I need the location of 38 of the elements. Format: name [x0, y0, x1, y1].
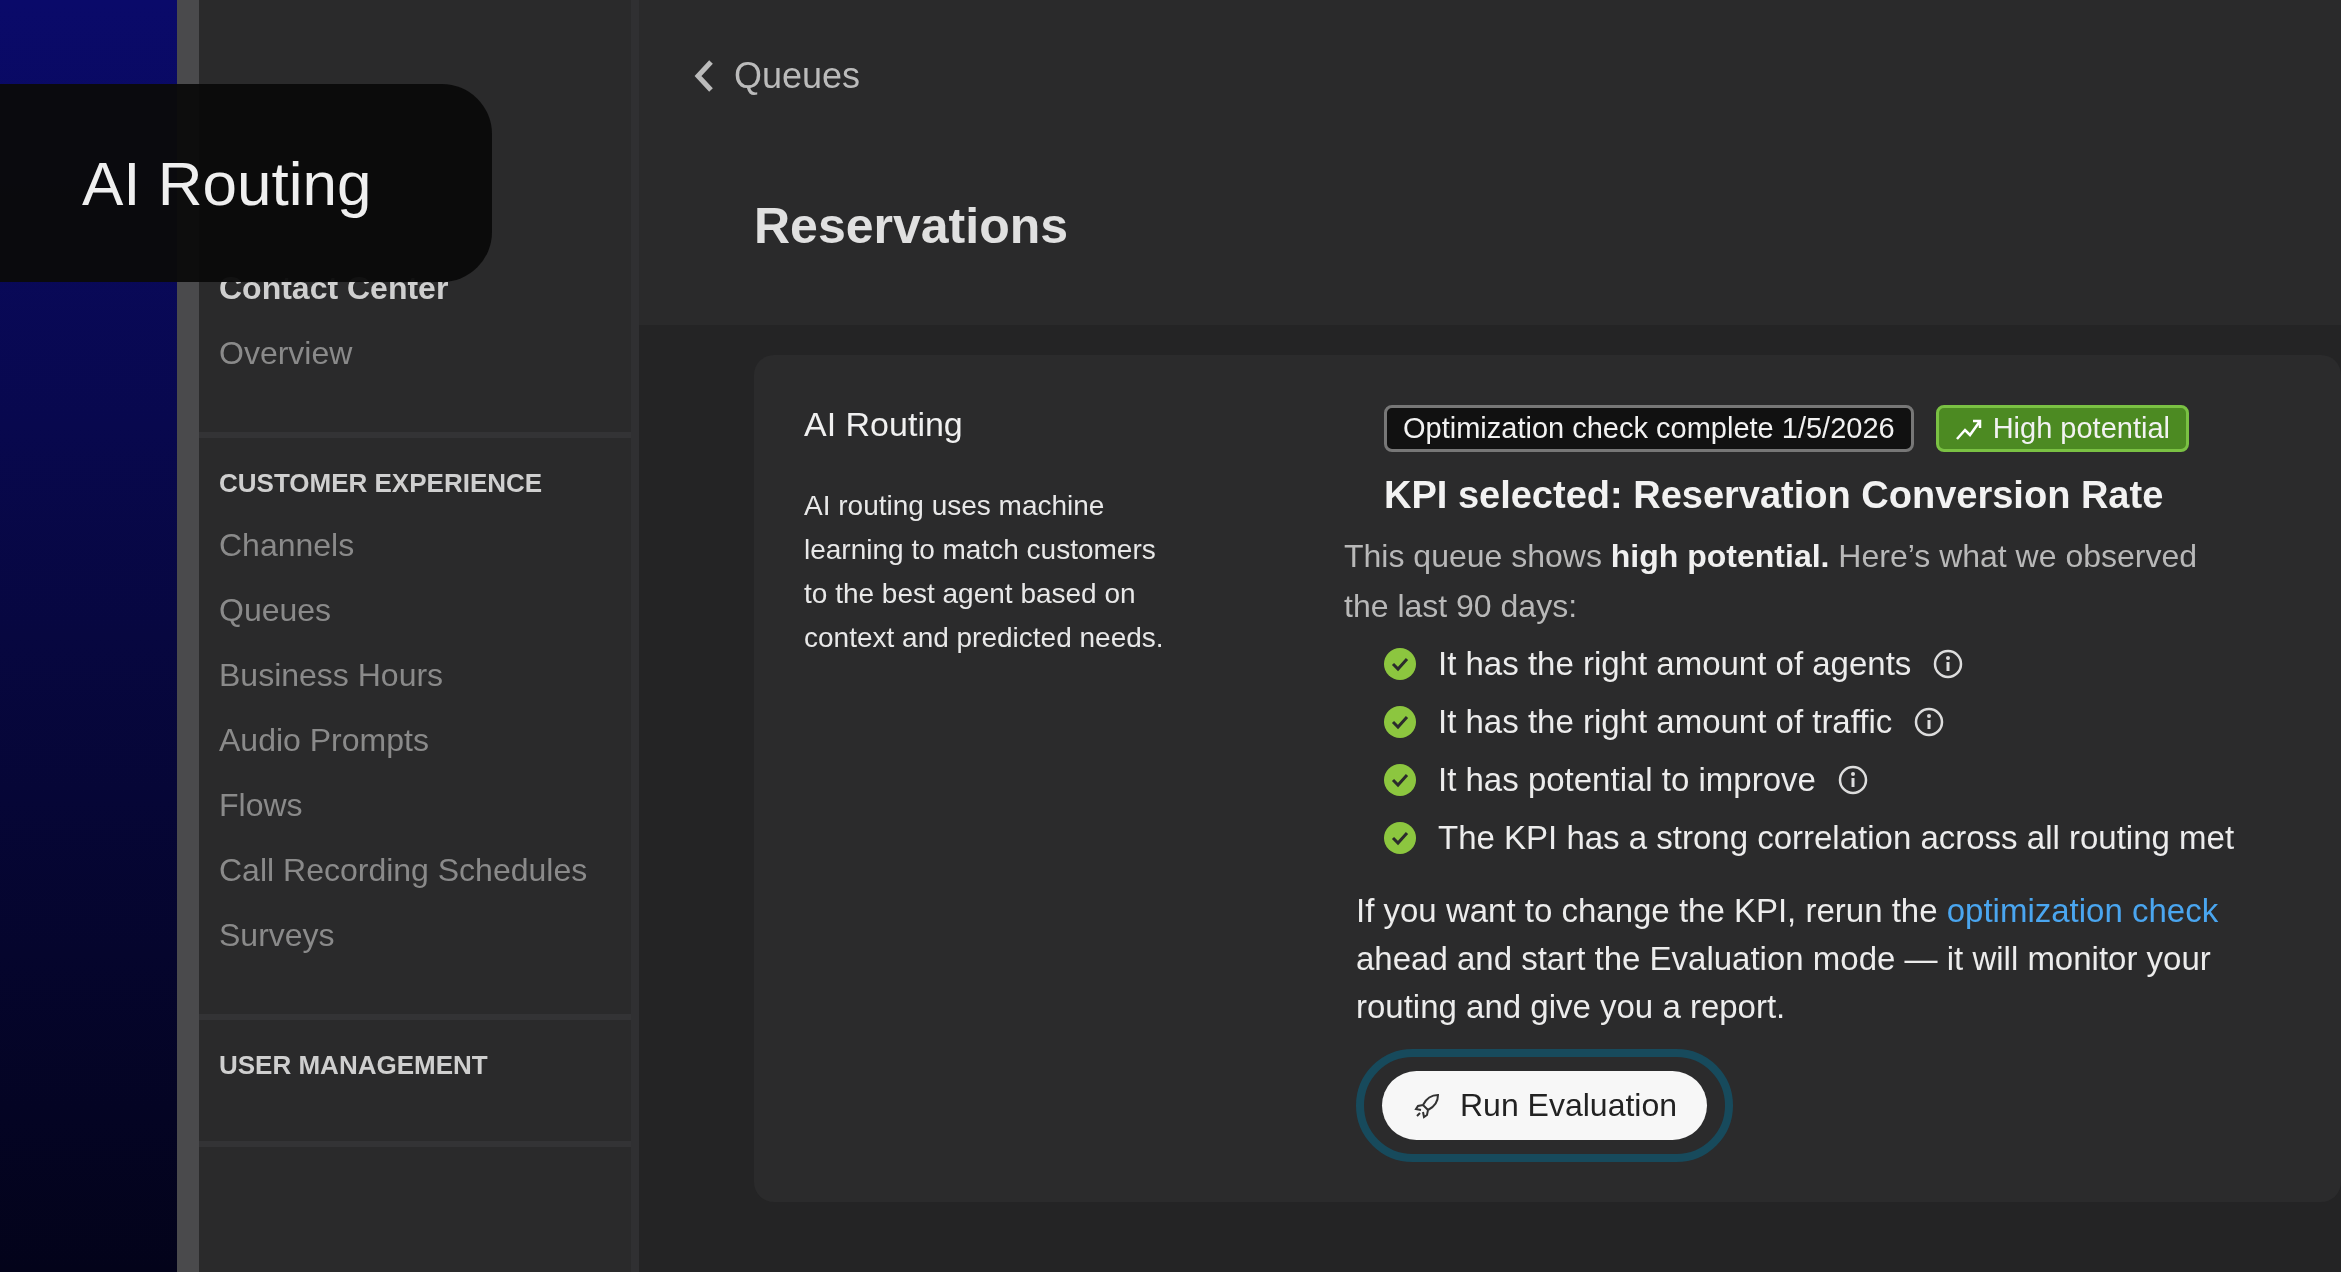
note-text: routing and give you a report.: [1356, 987, 1787, 1027]
back-link[interactable]: Queues: [694, 55, 2286, 97]
intro-text: This queue shows high potential. Here’s what we observed: [1344, 537, 2199, 576]
sidebar-item[interactable]: Overview: [219, 335, 611, 372]
info-icon[interactable]: [1914, 707, 1945, 737]
sidebar-item[interactable]: Channels: [219, 527, 611, 564]
sidebar-item[interactable]: Call Recording Schedules: [219, 852, 611, 889]
check-icon: [1384, 764, 1416, 796]
check-icon: [1384, 706, 1416, 738]
note-text: ahead and start the Evaluation mode — it will monitor your: [1356, 939, 2212, 979]
info-icon[interactable]: [1837, 765, 1868, 795]
check-icon: [1384, 648, 1416, 680]
sidebar-heading: USER MANAGEMENT: [219, 1050, 489, 1081]
check-text: It has the right amount of agents: [1438, 645, 1912, 683]
chevron-left-icon: [694, 59, 714, 93]
sidebar-item[interactable]: Queues: [219, 592, 611, 629]
check-text: The KPI has a strong correlation across all routing met: [1438, 819, 2235, 857]
status-badge: Optimization check complete 1/5/2026: [1384, 405, 1914, 452]
page-title: Reservations: [754, 197, 1070, 255]
intro-text: the last 90 days:: [1344, 587, 1579, 626]
sidebar-heading: CUSTOMER EXPERIENCE: [219, 468, 544, 499]
note-text: If you want to change the KPI, rerun the optimization check: [1356, 891, 2220, 931]
sidebar-item[interactable]: Surveys: [219, 917, 611, 954]
info-icon[interactable]: [1933, 649, 1964, 679]
card-description: AI routing uses machine learning to match customers to the best agent based on context and predicted needs.: [804, 489, 1165, 655]
run-evaluation-button[interactable]: Run Evaluation: [1382, 1071, 1708, 1140]
check-icon: [1384, 822, 1416, 854]
overlay-title: AI Routing: [82, 147, 372, 219]
sidebar-item[interactable]: Flows: [219, 787, 611, 824]
sidebar-item[interactable]: Audio Prompts: [219, 722, 611, 759]
sidebar-heading: Contact Center: [219, 270, 450, 307]
potential-badge: High potential: [1935, 405, 2189, 452]
kpi-heading: KPI selected: Reservation Conversion Rate: [1384, 474, 2165, 517]
card-title: AI Routing: [804, 405, 964, 444]
optimization-link[interactable]: optimization check: [1946, 892, 2219, 929]
sidebar-item[interactable]: Business Hours: [219, 657, 611, 694]
check-text: It has the right amount of traffic: [1438, 703, 1893, 741]
check-text: It has potential to improve: [1438, 761, 1816, 799]
